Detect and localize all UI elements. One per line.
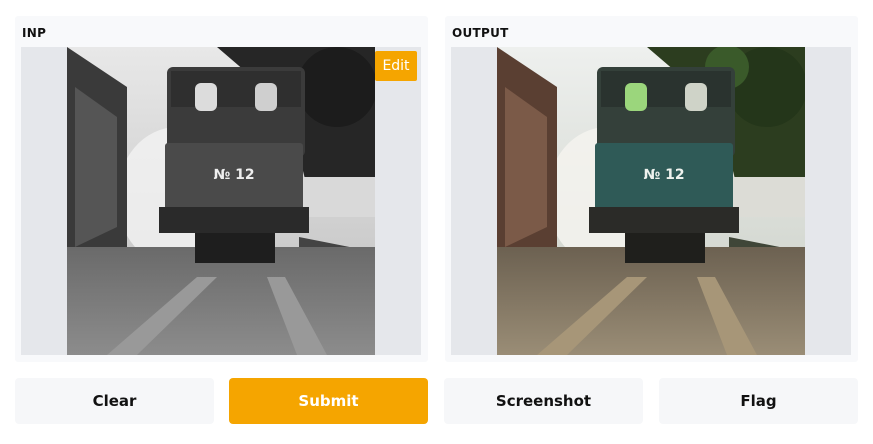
clear-button[interactable]: Clear: [15, 378, 214, 424]
flag-button[interactable]: Flag: [659, 378, 858, 424]
input-plate-number: № 12: [213, 167, 254, 183]
output-image-frame: № 12: [451, 47, 851, 355]
edit-button[interactable]: Edit: [375, 51, 417, 81]
input-photo: № 12: [67, 47, 375, 355]
screenshot-button[interactable]: Screenshot: [444, 378, 643, 424]
input-label: INP: [22, 26, 47, 40]
input-image-frame[interactable]: № 12 Edit: [21, 47, 421, 355]
output-panel: OUTPUT № 12: [445, 16, 858, 362]
output-label: OUTPUT: [452, 26, 509, 40]
output-photo: № 12: [497, 47, 805, 355]
output-plate-number: № 12: [643, 167, 684, 183]
input-panel: INP № 12 Edit: [15, 16, 428, 362]
submit-button[interactable]: Submit: [229, 378, 428, 424]
